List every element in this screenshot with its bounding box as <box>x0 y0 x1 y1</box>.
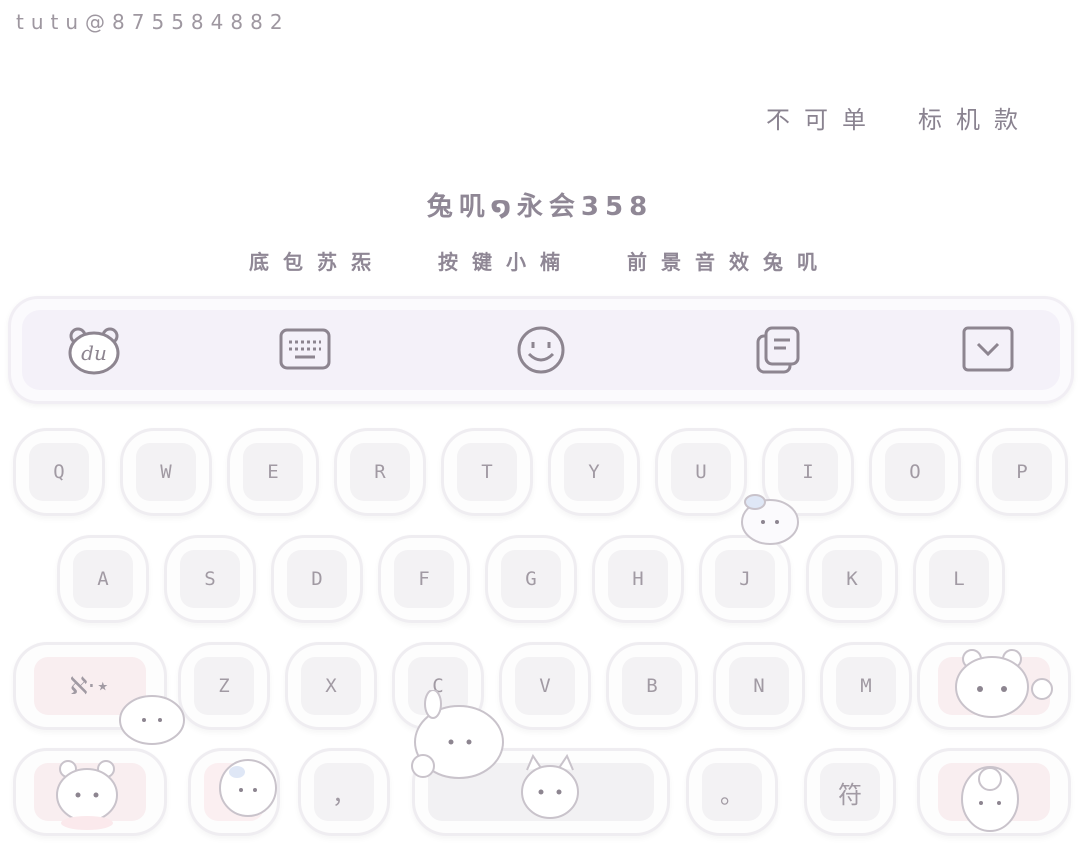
key-label: G <box>501 550 561 608</box>
svg-text:du: du <box>81 341 107 365</box>
comma-key[interactable]: ， <box>298 748 390 836</box>
key-u[interactable]: U <box>655 428 747 516</box>
credits-subtitle: 底包苏炁 按键小楠 前景音效兔叽 <box>0 246 1080 275</box>
key-l[interactable]: L <box>913 535 1005 623</box>
dog-sticker-icon <box>961 766 1019 832</box>
bunny-sticker-icon <box>219 759 277 817</box>
key-s[interactable]: S <box>164 535 256 623</box>
key-k[interactable]: K <box>806 535 898 623</box>
credit-keys: 按键小楠 <box>438 250 574 274</box>
period-key[interactable]: 。 <box>686 748 778 836</box>
key-label: M <box>836 657 896 715</box>
bear-sticker-icon <box>955 649 1053 718</box>
keyboard-icon[interactable] <box>277 324 333 376</box>
key-label: S <box>180 550 240 608</box>
key-label: H <box>608 550 668 608</box>
key-o[interactable]: O <box>869 428 961 516</box>
key-label: K <box>822 550 882 608</box>
key-b[interactable]: B <box>606 642 698 730</box>
key-label: W <box>136 443 196 501</box>
key-f[interactable]: F <box>378 535 470 623</box>
key-label: F <box>394 550 454 608</box>
collapse-chevron-icon[interactable] <box>960 324 1016 376</box>
key-label: T <box>457 443 517 501</box>
key-label: X <box>301 657 361 715</box>
key-label: D <box>287 550 347 608</box>
key-label: Z <box>194 657 254 715</box>
key-label: A <box>73 550 133 608</box>
key-label: B <box>622 657 682 715</box>
period-label: 。 <box>702 763 762 821</box>
du-bear-logo-icon[interactable]: du <box>66 324 122 376</box>
clipboard-icon[interactable] <box>750 324 806 376</box>
key-r[interactable]: R <box>334 428 426 516</box>
key-p[interactable]: P <box>976 428 1068 516</box>
key-label: Y <box>564 443 624 501</box>
key-q[interactable]: Q <box>13 428 105 516</box>
key-label: J <box>715 550 775 608</box>
key-label: E <box>243 443 303 501</box>
key-label: L <box>929 550 989 608</box>
key-label: P <box>992 443 1052 501</box>
key-m[interactable]: M <box>820 642 912 730</box>
comma-label: ， <box>314 763 374 821</box>
key-y[interactable]: Y <box>548 428 640 516</box>
key-n[interactable]: N <box>713 642 805 730</box>
key-t[interactable]: T <box>441 428 533 516</box>
bear-sticker-icon <box>56 760 118 830</box>
key-label: O <box>885 443 945 501</box>
key-label: U <box>671 443 731 501</box>
key-a[interactable]: A <box>57 535 149 623</box>
key-x[interactable]: X <box>285 642 377 730</box>
key-g[interactable]: G <box>485 535 577 623</box>
key-w[interactable]: W <box>120 428 212 516</box>
watermark-text: tutu@875584882 <box>16 10 290 34</box>
key-z[interactable]: Z <box>178 642 270 730</box>
page-title: 兔叽໑永会358 <box>426 192 654 222</box>
header-label: 不可单 标机款 <box>766 106 1032 134</box>
key-label: Q <box>29 443 89 501</box>
key-e[interactable]: E <box>227 428 319 516</box>
bunny-sticker-icon <box>411 690 504 779</box>
key-label: V <box>515 657 575 715</box>
key-d[interactable]: D <box>271 535 363 623</box>
bunny-sticker-icon <box>741 494 799 545</box>
key-h[interactable]: H <box>592 535 684 623</box>
cat-sticker-icon <box>521 753 579 819</box>
sheep-sticker-icon <box>119 695 185 745</box>
emoji-smile-icon[interactable] <box>513 324 569 376</box>
key-label: R <box>350 443 410 501</box>
credit-base: 底包苏炁 <box>249 250 386 274</box>
key-label: N <box>729 657 789 715</box>
credit-foreground: 前景音效兔叽 <box>626 250 831 274</box>
symbols-label: 符 <box>820 763 880 821</box>
symbols-key[interactable]: 符 <box>804 748 896 836</box>
